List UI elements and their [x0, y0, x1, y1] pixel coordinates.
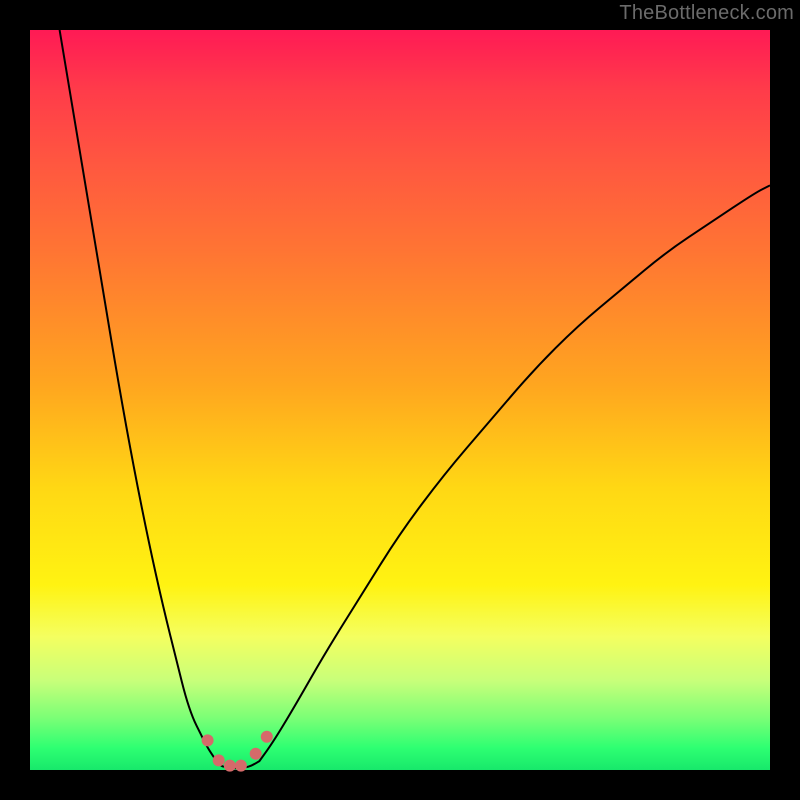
marker-dot: [261, 731, 273, 743]
plot-area: [30, 30, 770, 770]
marker-dot: [202, 734, 214, 746]
watermark-text: TheBottleneck.com: [619, 2, 794, 25]
marker-dot: [250, 748, 262, 760]
marker-dot: [235, 760, 247, 772]
bottleneck-curve: [30, 30, 770, 770]
marker-dot: [224, 760, 236, 772]
marker-dot: [213, 754, 225, 766]
